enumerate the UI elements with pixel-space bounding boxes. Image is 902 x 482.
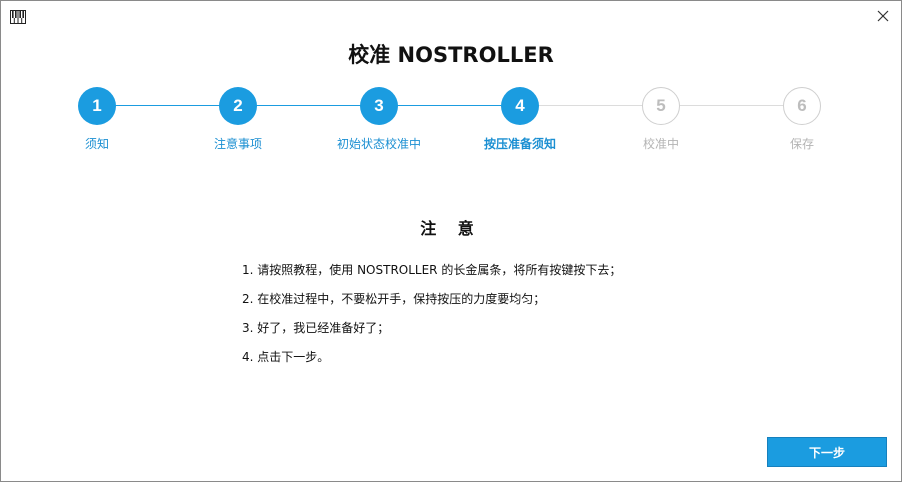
step-1: 1 须知 bbox=[27, 87, 167, 152]
notice-item: 3. 好了，我已经准备好了； bbox=[242, 321, 390, 335]
step-number: 3 bbox=[360, 87, 398, 125]
step-number: 1 bbox=[78, 87, 116, 125]
step-label: 保存 bbox=[789, 137, 814, 151]
piano-keyboard-icon bbox=[10, 9, 26, 24]
next-button[interactable]: 下一步 bbox=[767, 437, 887, 467]
step-6: 6 保存 bbox=[732, 87, 872, 152]
step-4: 4 按压准备须知 bbox=[450, 87, 590, 152]
calibration-window: 校准 NOSTROLLER 1 须知 2 注意事项 3 初始状态校准中 4 按压… bbox=[0, 0, 902, 482]
step-label: 初始状态校准中 bbox=[336, 137, 421, 151]
step-label: 注意事项 bbox=[213, 137, 262, 151]
step-number: 6 bbox=[783, 87, 821, 125]
page-title: 校准 NOSTROLLER bbox=[348, 43, 554, 67]
step-label: 须知 bbox=[84, 137, 109, 151]
progress-stepper: 1 须知 2 注意事项 3 初始状态校准中 4 按压准备须知 5 校准中 6 保… bbox=[1, 87, 901, 157]
step-number: 4 bbox=[501, 87, 539, 125]
step-number: 2 bbox=[219, 87, 257, 125]
notice-item: 4. 点击下一步。 bbox=[242, 350, 330, 364]
step-3: 3 初始状态校准中 bbox=[309, 87, 449, 152]
step-number: 5 bbox=[642, 87, 680, 125]
notice-item: 2. 在校准过程中，不要松开手，保持按压的力度要均匀； bbox=[242, 292, 546, 306]
step-label: 按压准备须知 bbox=[483, 137, 556, 151]
close-button[interactable] bbox=[871, 5, 895, 27]
close-icon bbox=[877, 7, 889, 26]
step-label: 校准中 bbox=[642, 137, 679, 151]
notice-list: 1. 请按照教程，使用 NOSTROLLER 的长金属条，将所有按键按下去； 2… bbox=[242, 263, 621, 379]
notice-title: 注 意 bbox=[420, 219, 482, 238]
step-5: 5 校准中 bbox=[591, 87, 731, 152]
step-2: 2 注意事项 bbox=[168, 87, 308, 152]
notice-item: 1. 请按照教程，使用 NOSTROLLER 的长金属条，将所有按键按下去； bbox=[242, 263, 622, 277]
